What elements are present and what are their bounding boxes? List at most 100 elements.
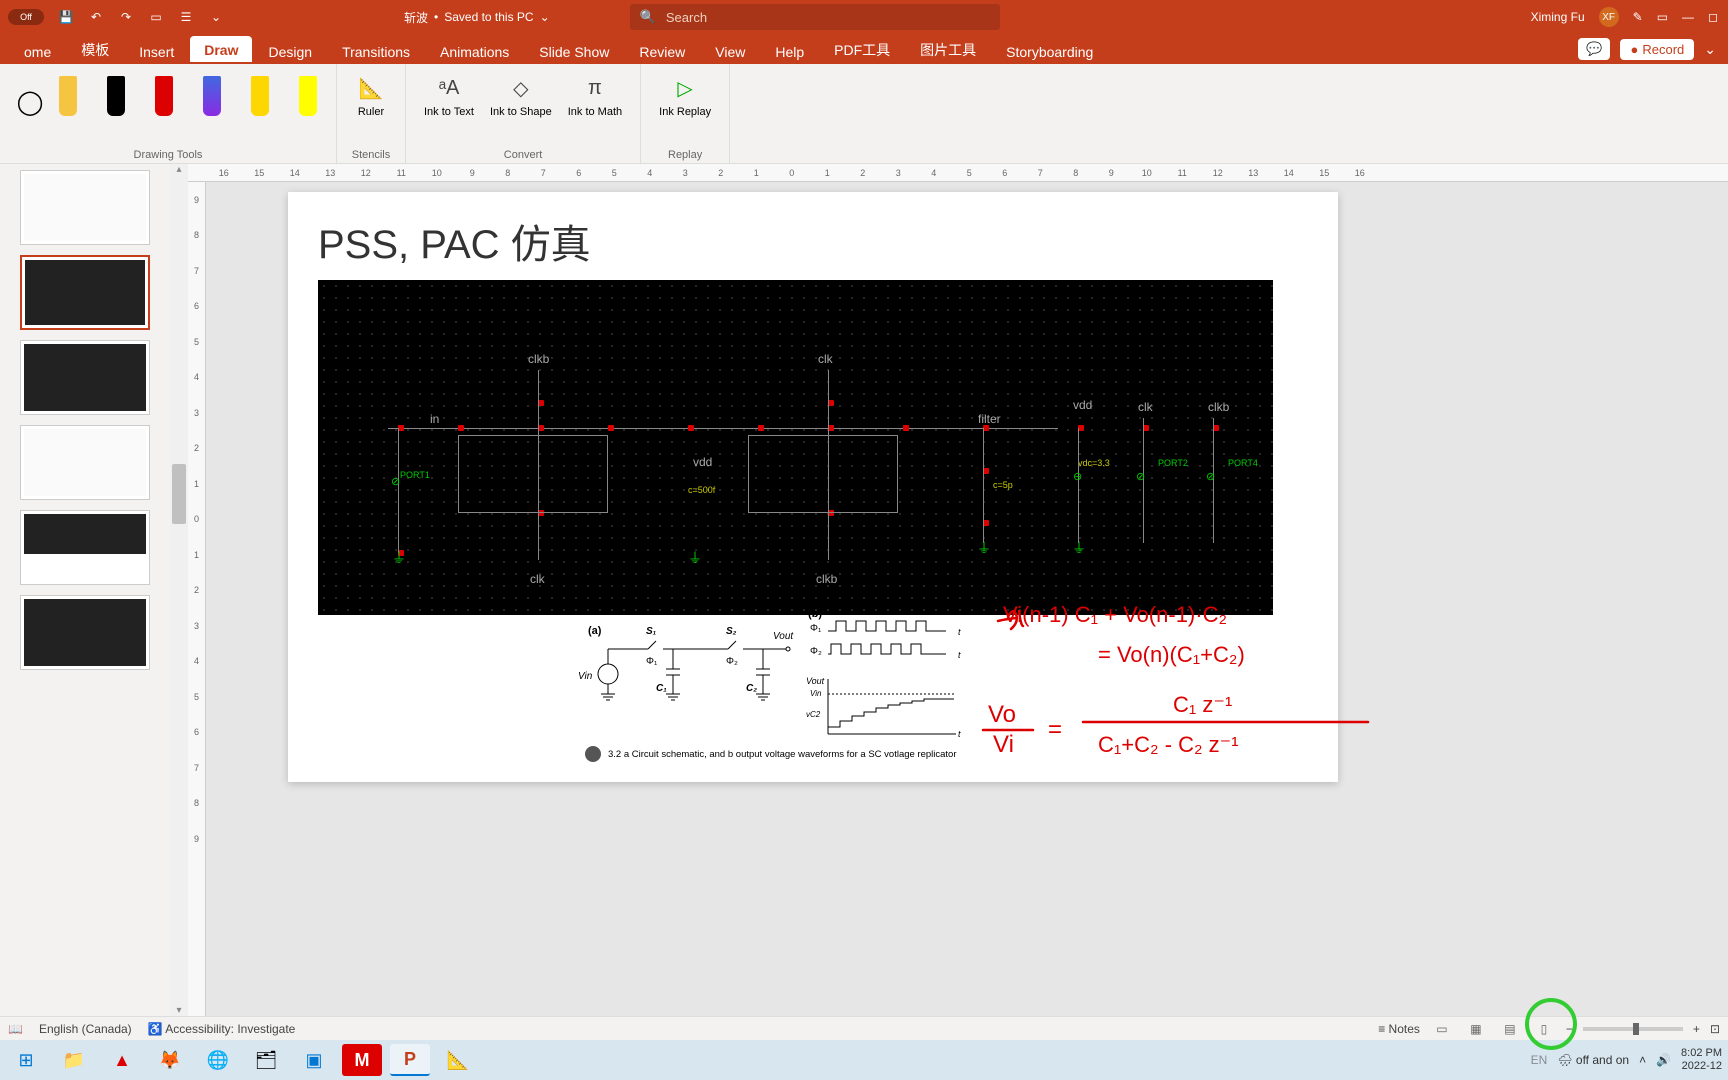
record-button[interactable]: ● Record <box>1620 39 1694 60</box>
undo-icon[interactable]: ↶ <box>88 9 104 25</box>
group-label-tools: Drawing Tools <box>134 149 203 161</box>
svg-text:(a): (a) <box>588 625 602 637</box>
tab-slideshow[interactable]: Slide Show <box>525 38 623 64</box>
thumbnail-scrollbar[interactable]: ▴ ▾ <box>170 164 188 1016</box>
tab-review[interactable]: Review <box>625 38 699 64</box>
pen-galaxy[interactable] <box>194 76 230 136</box>
tab-view[interactable]: View <box>701 38 759 64</box>
schematic-image: clkb clk in vdd filter vdd clk clkb clk … <box>318 280 1273 615</box>
statusbar: 📖 English (Canada) ♿ Accessibility: Inve… <box>0 1016 1728 1040</box>
ink-to-shape-button[interactable]: ◇Ink to Shape <box>482 68 560 122</box>
task-powerpoint[interactable]: P <box>390 1044 430 1076</box>
ink-to-math-button[interactable]: πInk to Math <box>560 68 630 122</box>
autosave-toggle[interactable]: Off <box>8 9 44 25</box>
tab-template[interactable]: 模板 <box>67 34 123 64</box>
task-acrobat[interactable]: ▲ <box>102 1044 142 1076</box>
tab-home[interactable]: ome <box>10 38 65 64</box>
tab-draw[interactable]: Draw <box>190 36 252 64</box>
sorter-view-icon[interactable]: ▦ <box>1464 1019 1488 1039</box>
zoom-out-button[interactable]: − <box>1566 1022 1573 1036</box>
volume-icon[interactable]: 🔊 <box>1656 1053 1671 1067</box>
list-icon[interactable]: ☰ <box>178 9 194 25</box>
user-avatar[interactable]: XF <box>1599 7 1619 27</box>
tab-animations[interactable]: Animations <box>426 38 523 64</box>
task-files[interactable]: 📁 <box>54 1044 94 1076</box>
highlighter-yellow[interactable] <box>242 76 278 136</box>
slide-thumb[interactable] <box>20 510 150 585</box>
tab-help[interactable]: Help <box>761 38 818 64</box>
pen-red[interactable] <box>146 76 182 136</box>
task-chrome[interactable]: 🌐 <box>198 1044 238 1076</box>
ribbon-tabs: ome 模板 Insert Draw Design Transitions An… <box>0 34 1728 64</box>
maximize-icon[interactable]: ◻ <box>1708 10 1718 24</box>
svg-text:3.2 a Circuit schematic, and: 3.2 a Circuit schematic, and b output vo… <box>608 749 957 760</box>
svg-text:vC2: vC2 <box>806 710 821 719</box>
ink-replay-button[interactable]: ▷Ink Replay <box>651 68 719 122</box>
document-title[interactable]: 斩波 • Saved to this PC ⌄ <box>404 9 550 26</box>
slideshow-view-icon[interactable]: ▯ <box>1532 1019 1556 1039</box>
accessibility-indicator[interactable]: ♿ Accessibility: Investigate <box>148 1022 296 1036</box>
pen-black[interactable] <box>98 76 134 136</box>
svg-text:C₁: C₁ <box>656 683 667 694</box>
ruler-icon: 📐 <box>355 72 387 104</box>
lasso-tool[interactable]: ◯ <box>10 72 50 132</box>
tab-design[interactable]: Design <box>254 38 326 64</box>
pen-yellow[interactable] <box>50 76 86 136</box>
ribbon-content: ◯ Drawing Tools 📐 Ruler Stencils ᵃAInk t… <box>0 64 1728 164</box>
task-explorer[interactable]: 🗂 <box>246 1044 286 1076</box>
minimize-icon[interactable]: — <box>1682 10 1694 24</box>
spellcheck-icon[interactable]: 📖 <box>8 1022 23 1036</box>
svg-text:S₁: S₁ <box>646 626 657 637</box>
svg-text:t: t <box>958 627 961 637</box>
highlighter-bright[interactable] <box>290 76 326 136</box>
present-icon[interactable]: ▭ <box>148 9 164 25</box>
horizontal-ruler: 1615141312111098765432101234567891011121… <box>188 164 1728 182</box>
language-indicator[interactable]: English (Canada) <box>39 1022 132 1036</box>
slide-canvas[interactable]: 1615141312111098765432101234567891011121… <box>188 164 1728 1016</box>
tab-transitions[interactable]: Transitions <box>328 38 424 64</box>
save-icon[interactable]: 💾 <box>58 9 74 25</box>
pen-mode-icon[interactable]: ✎ <box>1633 10 1643 24</box>
collapse-ribbon-icon[interactable]: ⌄ <box>1704 41 1716 58</box>
start-button[interactable]: ⊞ <box>6 1044 46 1076</box>
clock[interactable]: 8:02 PM 2022-12 <box>1681 1047 1722 1073</box>
tray-chevron-icon[interactable]: ˄ <box>1639 1053 1646 1067</box>
group-label-stencils: Stencils <box>352 149 391 161</box>
svg-text:Φ₂: Φ₂ <box>726 656 738 667</box>
notes-button[interactable]: ≡ Notes <box>1378 1022 1420 1036</box>
slide-thumb[interactable] <box>20 170 150 245</box>
qat-more-icon[interactable]: ⌄ <box>208 9 224 25</box>
normal-view-icon[interactable]: ▭ <box>1430 1019 1454 1039</box>
tab-pdf[interactable]: PDF工具 <box>820 34 904 64</box>
tab-image[interactable]: 图片工具 <box>906 34 990 64</box>
slide-thumb[interactable] <box>20 595 150 670</box>
slide-thumb[interactable] <box>20 425 150 500</box>
ruler-button[interactable]: 📐 Ruler <box>347 68 395 122</box>
task-reader[interactable]: ▣ <box>294 1044 334 1076</box>
slide-thumb[interactable] <box>20 255 150 330</box>
task-matlab[interactable]: 📐 <box>438 1044 478 1076</box>
zoom-in-button[interactable]: + <box>1693 1022 1700 1036</box>
task-m[interactable]: M <box>342 1044 382 1076</box>
slide[interactable]: PSS, PAC 仿真 clkb clk in vdd filter vdd c… <box>288 192 1338 782</box>
ink-text-icon: ᵃA <box>433 72 465 104</box>
tab-storyboard[interactable]: Storyboarding <box>992 38 1107 64</box>
reading-view-icon[interactable]: ▤ <box>1498 1019 1522 1039</box>
fit-window-button[interactable]: ⊡ <box>1710 1022 1720 1036</box>
slide-thumb[interactable] <box>20 340 150 415</box>
user-name[interactable]: Ximing Fu <box>1531 10 1585 24</box>
search-input[interactable]: 🔍 Search <box>630 4 1000 30</box>
tab-insert[interactable]: Insert <box>125 38 188 64</box>
task-firefox[interactable]: 🦊 <box>150 1044 190 1076</box>
weather-widget[interactable]: 🌧 off and on <box>1557 1053 1629 1067</box>
redo-icon[interactable]: ↷ <box>118 9 134 25</box>
comments-button[interactable]: 💬 <box>1578 38 1610 60</box>
zoom-slider[interactable] <box>1583 1027 1683 1031</box>
ribbon-mode-icon[interactable]: ▭ <box>1657 10 1668 24</box>
slide-title[interactable]: PSS, PAC 仿真 <box>318 212 1308 270</box>
ink-to-text-button[interactable]: ᵃAInk to Text <box>416 68 482 122</box>
svg-text:Vin: Vin <box>578 671 593 682</box>
svg-text:C₂: C₂ <box>746 683 757 694</box>
replay-icon: ▷ <box>669 72 701 104</box>
ime-indicator[interactable]: EN <box>1531 1053 1548 1067</box>
